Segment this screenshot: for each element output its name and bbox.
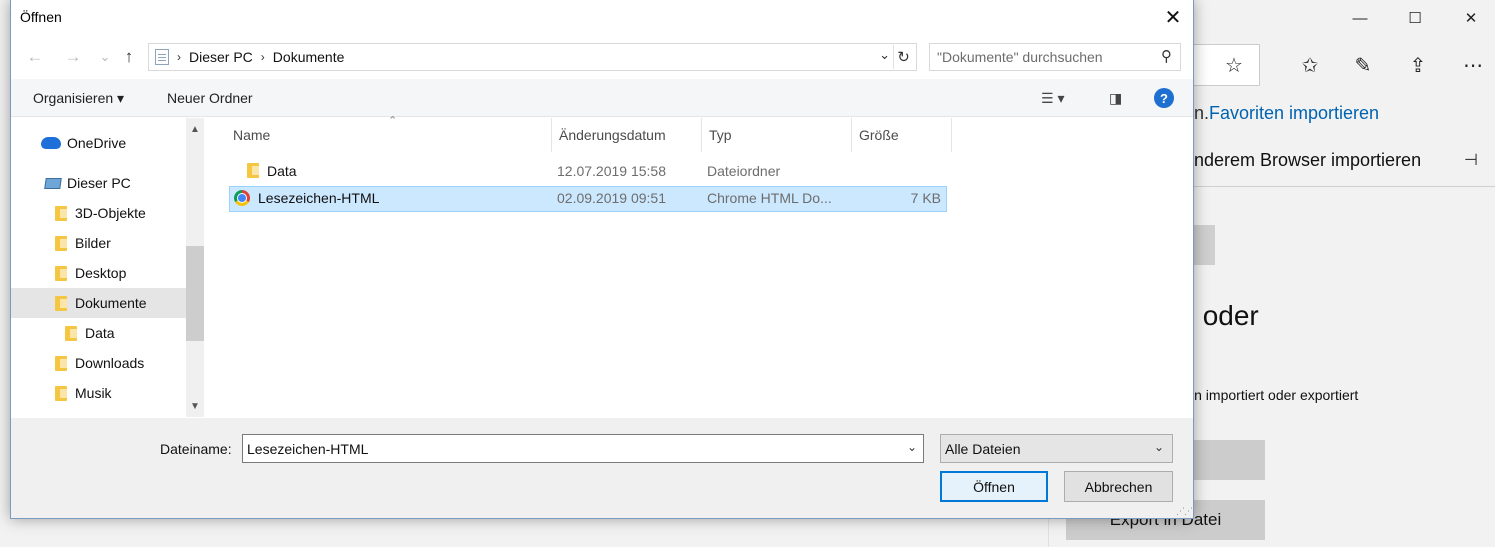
nav-item-dieser-pc[interactable]: Dieser PC [44, 168, 186, 198]
minimize-icon[interactable]: — [1337, 2, 1383, 34]
nav-item-label: Desktop [75, 265, 127, 281]
column-header-size[interactable]: Größe [852, 118, 952, 152]
folder-icon [55, 265, 67, 281]
dialog-footer: Dateiname: ⌄ Alle Dateien ⌄ Öffnen Abbre… [11, 418, 1193, 518]
file-name-cell: Data [247, 163, 297, 179]
chevron-down-icon[interactable]: ⌄ [1154, 440, 1164, 454]
window-close-icon[interactable]: ✕ [1448, 2, 1494, 34]
more-icon[interactable]: ⋯ [1458, 50, 1488, 80]
import-link-prefix: n. [1194, 103, 1210, 123]
folder-icon [55, 385, 67, 401]
nav-item-onedrive[interactable]: OneDrive [41, 128, 186, 158]
nav-item-label: Dieser PC [67, 175, 131, 191]
dialog-title: Öffnen [20, 9, 62, 25]
column-header-date[interactable]: Änderungsdatum [552, 118, 702, 152]
filename-label: Dateiname: [160, 441, 232, 457]
file-type: Chrome HTML Do... [707, 190, 832, 206]
nav-item-dokumente[interactable]: Dokumente [11, 288, 186, 318]
navigation-pane: OneDrive Dieser PC 3D-Objekte Bilder Des… [11, 118, 204, 417]
nav-item-musik[interactable]: Musik [55, 378, 186, 408]
file-size: 7 KB [910, 190, 941, 206]
cancel-button[interactable]: Abbrechen [1064, 471, 1173, 502]
maximize-icon[interactable]: ☐ [1392, 2, 1438, 34]
back-arrow-icon[interactable]: ← [23, 44, 47, 70]
filename-input[interactable] [243, 435, 893, 462]
favorite-star-icon[interactable]: ☆ [1219, 50, 1249, 80]
nav-item-downloads[interactable]: Downloads [55, 348, 186, 378]
breadcrumb-dieser-pc[interactable]: Dieser PC [189, 49, 253, 65]
import-favorites-link[interactable]: Favoriten importieren [1209, 103, 1379, 124]
address-bar[interactable]: › Dieser PC › Dokumente ⌄ ↻ [148, 43, 917, 71]
folder-icon [55, 295, 67, 311]
help-icon[interactable]: ? [1154, 88, 1174, 108]
favorites-hub-icon[interactable]: ✩ [1295, 50, 1325, 80]
file-type: Dateiordner [707, 163, 781, 179]
nav-item-label: 3D-Objekte [75, 205, 146, 221]
nav-item-label: OneDrive [67, 135, 127, 151]
file-name: Lesezeichen-HTML [258, 190, 380, 206]
scroll-down-icon[interactable]: ▼ [186, 397, 204, 415]
folder-icon [65, 325, 77, 341]
folder-icon [55, 205, 67, 221]
nav-item-label: Data [85, 325, 115, 341]
onedrive-icon [41, 137, 61, 149]
nav-item-data[interactable]: Data [65, 318, 186, 348]
file-name: Data [267, 163, 297, 179]
search-box[interactable]: ⚲ [929, 43, 1181, 71]
folder-icon [55, 235, 67, 251]
nav-item-label: Musik [75, 385, 112, 401]
file-row-lesezeichen-html[interactable]: Lesezeichen-HTML 02.09.2019 09:51 Chrome… [229, 186, 947, 212]
folder-icon [55, 355, 67, 371]
nav-item-label: Downloads [75, 355, 145, 371]
filetype-value: Alle Dateien [945, 441, 1021, 457]
search-input[interactable] [930, 44, 1145, 70]
organize-button[interactable]: Organisieren ▾ [33, 90, 124, 107]
pin-icon[interactable]: ⊣ [1464, 150, 1478, 170]
pc-icon [44, 177, 62, 189]
documents-icon [155, 49, 169, 65]
nav-item-bilder[interactable]: Bilder [55, 228, 186, 258]
column-header-name[interactable]: Name [226, 118, 552, 152]
pen-icon[interactable]: ✎ [1348, 50, 1378, 80]
breadcrumb-dokumente[interactable]: Dokumente [273, 49, 345, 65]
share-icon[interactable]: ⇪ [1403, 50, 1433, 80]
nav-item-label: Dokumente [75, 295, 147, 311]
forward-arrow-icon[interactable]: → [61, 44, 85, 70]
scroll-up-icon[interactable]: ▲ [186, 120, 204, 138]
resize-grip-icon[interactable]: ⋰⋰ [1176, 506, 1193, 517]
file-name-cell: Lesezeichen-HTML [234, 190, 379, 206]
command-bar: Organisieren ▾ Neuer Ordner ☰ ▾ ◨ ? [11, 79, 1193, 117]
view-options-icon[interactable]: ☰ ▾ [1041, 90, 1064, 107]
preview-pane-icon[interactable]: ◨ [1109, 90, 1122, 107]
file-row-data[interactable]: Data 12.07.2019 15:58 Dateiordner [229, 159, 947, 185]
nav-item-label: Bilder [75, 235, 111, 251]
import-other-browser-label[interactable]: nderem Browser importieren [1194, 150, 1421, 171]
breadcrumb-separator-icon[interactable]: › [177, 50, 181, 64]
open-file-dialog: Öffnen ✕ ← → ⌄ ↑ › Dieser PC › Dokumente… [10, 0, 1194, 519]
file-date: 12.07.2019 15:58 [557, 163, 666, 179]
nav-item-desktop[interactable]: Desktop [55, 258, 186, 288]
nav-scrollbar[interactable]: ▲ ▼ [186, 118, 204, 417]
close-icon[interactable]: ✕ [1151, 0, 1193, 34]
refresh-icon[interactable]: ↻ [893, 45, 913, 69]
filetype-select[interactable]: Alle Dateien ⌄ [940, 434, 1173, 463]
new-folder-button[interactable]: Neuer Ordner [167, 90, 253, 106]
chrome-icon [234, 190, 250, 206]
folder-icon [247, 163, 259, 178]
recent-locations-icon[interactable]: ⌄ [93, 44, 117, 70]
scrollbar-thumb[interactable] [186, 246, 204, 341]
filename-combobox[interactable]: ⌄ [242, 434, 924, 463]
up-arrow-icon[interactable]: ↑ [117, 44, 141, 70]
search-icon[interactable]: ⚲ [1161, 47, 1172, 65]
open-button[interactable]: Öffnen [940, 471, 1048, 502]
file-date: 02.09.2019 09:51 [557, 190, 666, 206]
breadcrumb-separator-icon[interactable]: › [261, 50, 265, 64]
file-list: ⌃ Name Änderungsdatum Typ Größe Data 12.… [211, 115, 1193, 417]
chevron-down-icon[interactable]: ⌄ [907, 440, 917, 454]
column-header-type[interactable]: Typ [702, 118, 852, 152]
nav-item-3d-objekte[interactable]: 3D-Objekte [55, 198, 186, 228]
address-dropdown-icon[interactable]: ⌄ [879, 47, 890, 63]
